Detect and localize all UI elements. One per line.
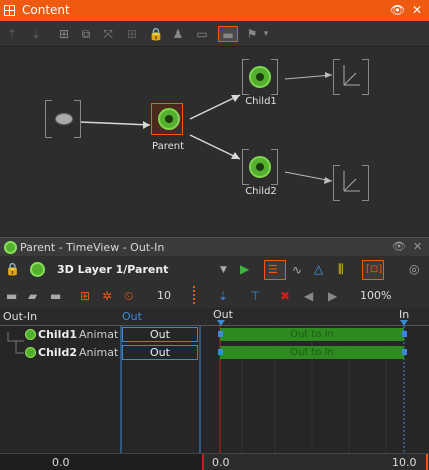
mute-icon[interactable]: ✖ [280,289,290,303]
expand-icon[interactable]: ⤧ [100,26,116,42]
track-name: Child1 [38,328,77,341]
bars-icon[interactable]: ⫼ [338,262,344,276]
node-graph-area[interactable]: Parent Child1 Child2 [0,47,429,235]
layer-icon [4,241,17,254]
disk-icon [55,113,73,125]
column-name-header: Out-In [3,310,38,323]
clip-end-handle[interactable] [402,349,407,355]
content-toolbar: ⇡ ⇣ ⊞ ⧉ ⤧ ⊞ 🔒 ♟ ▭ ▬ ⚑ ▾ [0,21,429,47]
range-start-handle[interactable] [202,454,204,470]
tracks-icon: ☰ [268,263,278,276]
group-icon[interactable]: ⧉ [78,26,94,42]
close-icon[interactable]: ✕ [413,240,422,253]
column-value-header: Out [122,310,142,323]
track-name: Child2 [38,346,77,359]
edge-source-parent [79,121,151,126]
clip-icon: [⊡] [366,264,383,275]
current-time: 0.0 [52,456,70,469]
chevron-down-icon[interactable]: ▼ [220,263,227,277]
child1-track-icon [25,329,36,340]
child2-track-icon [25,347,36,358]
child2-node-label: Child2 [245,186,277,197]
arrowhead-axis1 [325,72,332,78]
layer-title: 3D Layer 1/Parent [57,263,169,276]
edge-parent-child2 [189,134,241,160]
track-row-child1[interactable]: Child1 Animat Out Out to In [0,326,429,343]
clip-start-handle[interactable] [218,349,223,355]
track-row-child2[interactable]: Child2 Animat Out Out to In [0,344,429,361]
lock-icon[interactable]: 🔒 [148,26,164,42]
comment-icon[interactable]: ▭ [194,26,210,42]
chevron-down-icon[interactable]: ▾ [258,26,274,42]
folder-icon[interactable]: ▰ [28,289,37,303]
arrowhead-parent [143,121,150,129]
parent-node-label: Parent [151,141,184,152]
content-panel-title: Content [22,3,70,17]
parent-node-icon [158,108,180,130]
clip-start-handle[interactable] [218,331,223,337]
track-value-field[interactable]: Out [122,345,198,360]
axis-node-2[interactable] [333,165,369,201]
hierarchy-icon[interactable]: ⊞ [56,26,72,42]
track-type: Animat [79,346,119,359]
timeline-header: Out-In Out Out In [0,308,429,326]
curve-icon[interactable]: ∿ [292,263,302,277]
timeview-title: Parent - TimeView - Out-In [20,241,165,254]
grid-icon [4,5,15,16]
range-start: 0.0 [212,456,230,469]
lock-icon[interactable]: 🔒 [5,262,20,276]
range-end: 10.0 [392,456,417,469]
track-type: Animat [79,328,119,341]
track-value-field[interactable]: Out [122,327,198,342]
timeline-body[interactable]: Child1 Animat Out Out to In Child2 Anima… [0,326,429,453]
content-panel-titlebar: Content 👁 ✕ [0,0,429,21]
timeview-toolbar-top: 🔒 3D Layer 1/Parent ▼ ▶ ☰ ∿ △ ⫼ [⊡] ◎ [0,256,429,284]
triangle-node-icon[interactable]: △ [314,262,323,276]
separator [193,286,195,304]
activity-icon[interactable]: ◎ [409,262,419,276]
prev-icon[interactable]: ◀ [304,289,313,303]
remove-track-icon[interactable]: ▬ [50,289,61,303]
child1-node-label: Child1 [245,96,277,107]
close-icon[interactable]: ✕ [412,3,422,17]
frame-value[interactable]: 10 [157,289,171,302]
grid-view-icon[interactable]: ⊞ [124,26,140,42]
range-end-handle[interactable] [426,454,428,470]
zoom-level[interactable]: 100% [360,289,391,302]
clip-end-handle[interactable] [402,331,407,337]
timeline-footer: 0.0 0.0 10.0 [0,453,429,470]
comment-filled-icon[interactable]: ▬ [218,26,238,42]
timer-icon[interactable]: ⏲ [124,289,133,303]
timeview-toolbar-bottom: ▬ ▰ ▬ ⊞ ✲ ⏲ 10 ⇣ ⊤ ✖ ◀ ▶ 100% [0,284,429,308]
bracket-up-icon[interactable]: ⇡ [4,26,20,42]
people-icon[interactable]: ♟ [170,26,186,42]
bracket-down-icon[interactable]: ⇣ [28,26,44,42]
key-icon[interactable]: ✲ [102,289,112,303]
next-icon[interactable]: ▶ [328,289,337,303]
insert-marker-icon[interactable]: ⇣ [218,289,228,303]
child2-node-icon [249,156,271,178]
clip-out-to-in[interactable]: Out to In [220,328,404,341]
child1-node-icon [249,66,271,88]
axis-node-1[interactable] [333,59,369,95]
edge-child1-axis [284,74,333,80]
arrowhead-axis2 [324,177,332,184]
eye-icon[interactable]: 👁 [392,240,406,253]
add-key-icon[interactable]: ⊞ [80,289,90,303]
layer-type-icon [30,262,45,277]
play-icon[interactable]: ▶ [240,262,249,276]
eye-icon[interactable]: 👁 [390,3,405,17]
marker-icon[interactable]: ⊤ [250,289,260,303]
clip-out-to-in[interactable]: Out to In [220,346,404,359]
edge-parent-child1 [189,94,241,120]
add-track-icon[interactable]: ▬ [6,289,17,303]
timeview-titlebar: Parent - TimeView - Out-In 👁 ✕ [0,237,429,256]
